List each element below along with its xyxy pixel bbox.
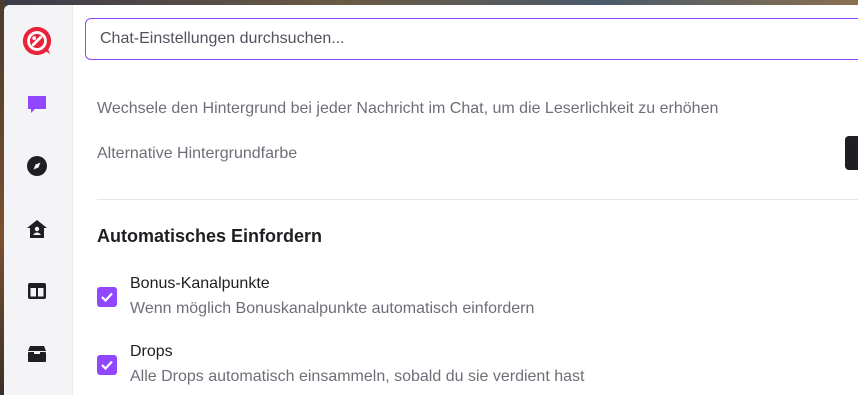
alternate-background-color-picker[interactable] (845, 136, 858, 170)
section-title-auto-claim: Automatisches Einfordern (97, 226, 323, 246)
drops-checkbox[interactable] (97, 355, 117, 375)
settings-main: Wechsele den Hintergrund bei jeder Nachr… (72, 5, 858, 395)
layout-columns-icon[interactable] (23, 277, 51, 305)
option-description: Wenn möglich Bonuskanalpunkte automatisc… (130, 300, 535, 317)
checkmark-icon (101, 292, 113, 303)
sidebar (4, 5, 73, 395)
bonus-points-checkbox[interactable] (97, 287, 117, 307)
gift-box-icon[interactable] (23, 339, 51, 367)
option-label: Bonus-Kanalpunkte (130, 275, 270, 292)
option-description: Alle Drops automatisch einsammeln, sobal… (130, 368, 585, 385)
chat-bubble-icon[interactable] (23, 90, 51, 118)
divider (97, 199, 858, 200)
alternate-background-description: Wechsele den Hintergrund bei jeder Nachr… (97, 100, 719, 117)
home-icon[interactable] (23, 215, 51, 243)
option-label: Drops (130, 343, 173, 360)
compass-icon[interactable] (23, 152, 51, 180)
settings-window: Wechsele den Hintergrund bei jeder Nachr… (4, 5, 858, 395)
checkmark-icon (101, 360, 113, 371)
alternate-background-color-label: Alternative Hintergrundfarbe (97, 145, 298, 162)
app-logo-icon[interactable] (21, 25, 53, 57)
search-input[interactable] (85, 18, 858, 60)
